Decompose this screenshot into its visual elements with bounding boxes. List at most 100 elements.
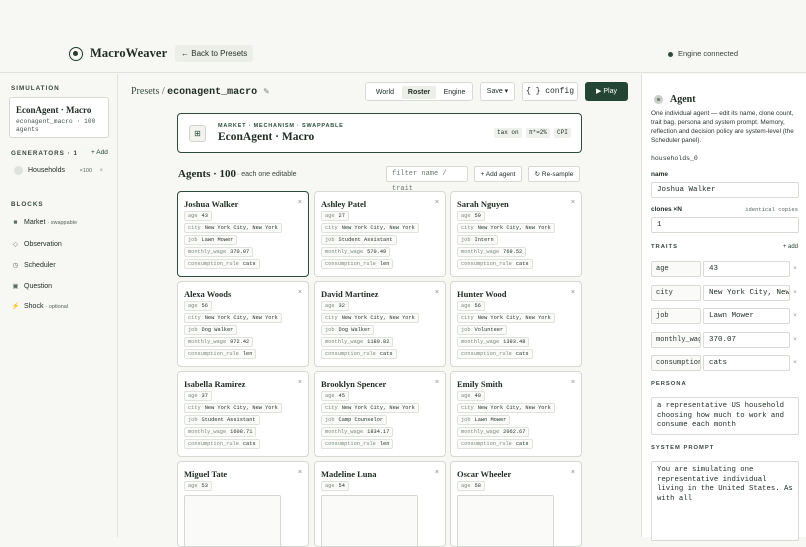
add-agent-button[interactable]: + Add agent bbox=[474, 166, 522, 182]
top-bar: MacroWeaver ← Back to Presets Engine con… bbox=[0, 0, 806, 73]
app-name: MacroWeaver bbox=[90, 46, 168, 60]
remove-trait-icon[interactable]: × bbox=[793, 265, 797, 272]
remove-agent-icon[interactable]: × bbox=[571, 469, 575, 476]
chip-inflation-target: π*=2% bbox=[526, 128, 551, 138]
remove-agent-icon[interactable]: × bbox=[298, 469, 302, 476]
remove-agent-icon[interactable]: × bbox=[435, 379, 439, 386]
environment-tags: MARKET · MECHANISM · SWAPPABLE bbox=[218, 123, 344, 129]
name-field[interactable]: Joshua Walker bbox=[651, 182, 799, 198]
block-question[interactable]: ▣ Question bbox=[11, 282, 52, 290]
agent-card[interactable]: Alexa Woods × age 56 city New York City, New … bbox=[177, 281, 309, 367]
generator-households[interactable]: Households ×100 × bbox=[9, 162, 109, 180]
add-generator-button[interactable]: + Add bbox=[91, 149, 108, 156]
simulation-card[interactable]: EconAgent · Macro econagent_macro · 100 … bbox=[9, 97, 109, 138]
config-button[interactable]: { } config bbox=[522, 82, 578, 101]
block-label: Question bbox=[24, 283, 53, 290]
agent-card[interactable]: David Martinez × age 32 city New York City, N… bbox=[314, 281, 446, 367]
trait-value: 40 bbox=[474, 393, 481, 399]
diamond-icon: ◇ bbox=[13, 241, 18, 248]
trait-value: Camp Counselor bbox=[338, 417, 384, 423]
trait-value: New York City, New York bbox=[477, 225, 551, 231]
agent-card[interactable]: Hunter Wood × age 56 city New York City, New … bbox=[450, 281, 582, 367]
back-label: Back to Presets bbox=[191, 49, 248, 58]
block-shock[interactable]: ⚡ Shock · optional bbox=[11, 302, 68, 310]
trait-value-field[interactable]: cats bbox=[703, 355, 790, 371]
remove-agent-icon[interactable]: × bbox=[571, 289, 575, 296]
trait-key-field[interactable]: job bbox=[651, 308, 701, 324]
trait-city: city New York City, New York bbox=[321, 313, 419, 323]
remove-agent-icon[interactable]: × bbox=[435, 199, 439, 206]
logo-icon bbox=[69, 47, 83, 61]
trait-value-field[interactable]: 370.07 bbox=[703, 331, 790, 348]
pencil-icon[interactable]: ✎ bbox=[263, 87, 270, 96]
breadcrumb-presets[interactable]: Presets / bbox=[131, 86, 165, 97]
add-trait-button[interactable]: + add bbox=[783, 244, 798, 250]
agent-card[interactable]: Emily Smith × age 40 city New York City, New … bbox=[450, 371, 582, 457]
trait-key: city bbox=[188, 405, 201, 411]
system-prompt-textarea[interactable]: You are simulating one representative in… bbox=[651, 461, 799, 541]
trait-key-field[interactable]: monthly_wage bbox=[651, 331, 701, 348]
block-market[interactable]: ■ Market · swappable bbox=[11, 219, 78, 226]
agent-filter-input[interactable]: filter name / trait bbox=[386, 166, 468, 193]
block-observation[interactable]: ◇ Observation bbox=[11, 240, 62, 248]
chip-cpi: CPI bbox=[554, 128, 571, 138]
remove-trait-icon[interactable]: × bbox=[793, 359, 797, 366]
agent-card[interactable]: Madeline Luna × age 54 bbox=[314, 461, 446, 547]
trait-value-field[interactable]: Lawn Mower bbox=[703, 308, 790, 324]
remove-generator-icon[interactable]: × bbox=[99, 162, 103, 180]
agent-card[interactable]: Ashley Patel × age 27 city New York City, New… bbox=[314, 191, 446, 277]
trait-key: city bbox=[325, 405, 338, 411]
agent-name: Joshua Walker bbox=[184, 199, 239, 209]
remove-agent-icon[interactable]: × bbox=[298, 379, 302, 386]
agent-card[interactable]: Isabella Ramirez × age 37 city New York City,… bbox=[177, 371, 309, 457]
remove-trait-icon[interactable]: × bbox=[793, 312, 797, 319]
remove-agent-icon[interactable]: × bbox=[298, 199, 302, 206]
trait-key-field[interactable]: consumption_rule bbox=[651, 355, 701, 371]
resample-button[interactable]: ↻ Re-sample bbox=[528, 166, 580, 182]
save-button[interactable]: Save ▾ bbox=[480, 82, 515, 101]
agent-card[interactable]: Sarah Nguyen × age 59 city New York City, New… bbox=[450, 191, 582, 277]
trait-age: age 56 bbox=[457, 301, 485, 311]
trait-value: New York City, New York bbox=[341, 225, 415, 231]
tab-engine[interactable]: Engine bbox=[438, 86, 471, 99]
clones-field[interactable]: 1 bbox=[651, 217, 799, 233]
play-button[interactable]: ▶ Play bbox=[585, 82, 628, 101]
trait-value: Lawn Mower bbox=[474, 417, 507, 423]
agent-card[interactable]: Miguel Tate × age 53 bbox=[177, 461, 309, 547]
remove-agent-icon[interactable]: × bbox=[435, 289, 439, 296]
trait-key: consumption_rule bbox=[325, 351, 376, 357]
generator-count: ×100 bbox=[79, 168, 92, 174]
lightning-icon: ⚡ bbox=[11, 303, 20, 310]
block-scheduler[interactable]: ◷ Scheduler bbox=[11, 261, 56, 269]
agent-name: Miguel Tate bbox=[184, 469, 228, 479]
trait-value-field[interactable]: 43 bbox=[703, 261, 790, 277]
agent-name: David Martinez bbox=[321, 289, 379, 299]
trait-key-field[interactable]: age bbox=[651, 261, 701, 277]
agent-card[interactable]: Brooklyn Spencer × age 45 city New York City,… bbox=[314, 371, 446, 457]
trait-value: 59 bbox=[474, 213, 481, 219]
trait-value: Student Assistant bbox=[201, 417, 256, 423]
trait-value: New York City, New York bbox=[341, 315, 415, 321]
trait-wage: monthly_wage 2062.67 bbox=[457, 427, 530, 437]
remove-agent-icon[interactable]: × bbox=[298, 289, 302, 296]
trait-value-field[interactable]: New York City, New York bbox=[703, 284, 790, 301]
agent-card[interactable]: Joshua Walker × age 43 city New York City, Ne… bbox=[177, 191, 309, 277]
trait-value: cats bbox=[515, 441, 529, 447]
environment-card[interactable]: ⊞ MARKET · MECHANISM · SWAPPABLE EconAge… bbox=[177, 113, 582, 153]
agent-card[interactable]: Oscar Wheeler × age 58 bbox=[450, 461, 582, 547]
remove-agent-icon[interactable]: × bbox=[435, 469, 439, 476]
back-to-presets-button[interactable]: ← Back to Presets bbox=[175, 45, 254, 62]
remove-trait-icon[interactable]: × bbox=[793, 336, 797, 343]
trait-city: city New York City, New York bbox=[321, 223, 419, 233]
tab-roster[interactable]: Roster bbox=[402, 86, 436, 99]
remove-trait-icon[interactable]: × bbox=[793, 289, 797, 296]
tab-world[interactable]: World bbox=[369, 86, 401, 99]
remove-agent-icon[interactable]: × bbox=[571, 199, 575, 206]
persona-textarea[interactable]: a representative US household choosing h… bbox=[651, 397, 799, 435]
generator-name: Households bbox=[28, 167, 65, 174]
trait-key-field[interactable]: city bbox=[651, 284, 701, 301]
trait-key: city bbox=[325, 225, 338, 231]
trait-key: monthly_wage bbox=[188, 429, 227, 435]
remove-agent-icon[interactable]: × bbox=[571, 379, 575, 386]
trait-key: job bbox=[325, 327, 335, 333]
